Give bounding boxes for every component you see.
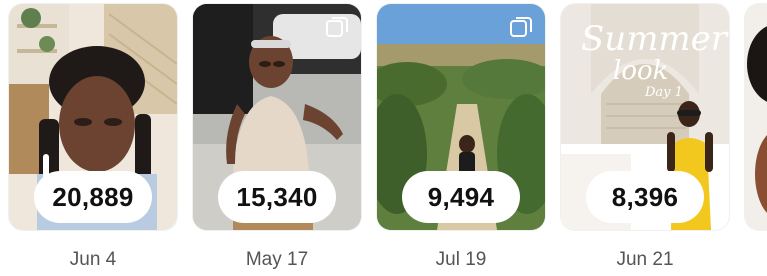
post-date: May 17 [245,249,309,270]
carousel-icon [326,17,348,37]
post-card[interactable] [745,4,767,230]
post-stats-strip: 20,889 Jun 4 15,340 May 17 9,494 Jul 19 … [0,0,767,276]
post-card[interactable]: 15,340 [193,4,361,230]
view-count-badge: 20,889 [34,171,152,223]
carousel-icon [510,17,532,37]
view-count-badge: 8,396 [586,171,704,223]
post-date: Jun 21 [616,249,674,270]
overlay-title-line2: look [613,56,669,86]
view-count-badge: 15,340 [218,171,336,223]
post-card[interactable]: Summer look Day 1 8,396 [561,4,729,230]
post-card[interactable]: 9,494 [377,4,545,230]
overlay-title-line3: Day 1 [645,85,683,100]
overlay-title-line1: Summer [581,19,728,59]
post-date: Jul 19 [435,249,487,270]
post-date: Jun 4 [69,249,117,270]
view-count-badge: 9,494 [402,171,520,223]
post-card[interactable]: 20,889 [9,4,177,230]
post-thumbnail [745,4,767,230]
